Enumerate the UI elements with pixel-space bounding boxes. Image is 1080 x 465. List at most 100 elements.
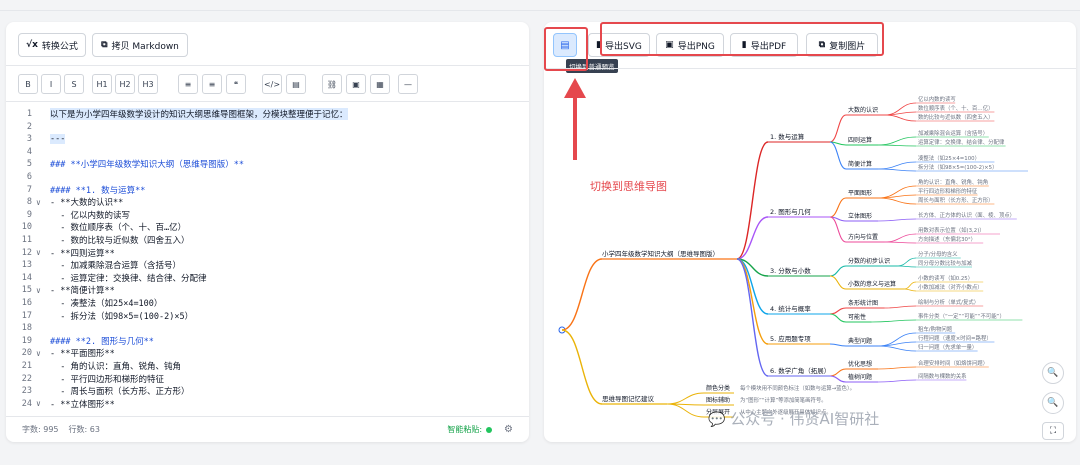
leaf-node[interactable]: 同分母分数比较与加减 xyxy=(918,259,973,267)
editor-line[interactable]: 13 - 加减乘除混合运算（含括号） xyxy=(6,259,529,271)
markdown-editor[interactable]: 1 以下是为小学四年级数学设计的知识大纲思维导图框架，分模块整理便于记忆： 2 3 --… xyxy=(6,104,529,416)
format-button-13[interactable]: ▦ xyxy=(370,74,390,94)
format-button-0[interactable]: B xyxy=(18,74,38,94)
format-button-9[interactable]: </> xyxy=(262,74,282,94)
fold-chevron-icon[interactable]: ∨ xyxy=(36,286,50,295)
smart-paste-toggle[interactable] xyxy=(486,426,493,433)
leaf-node[interactable]: 运算定律：交换律、结合律、分配律 xyxy=(918,138,1005,146)
fullscreen-button[interactable]: ⛶ xyxy=(1042,422,1064,440)
subtopic-node[interactable]: 方向与位置 xyxy=(848,233,878,241)
subtopic-node[interactable]: 简便计算 xyxy=(848,160,872,168)
leaf-node[interactable]: 事件分类（“一定”“可能”“不可能”） xyxy=(918,312,1005,320)
editor-line[interactable]: 7 #### **1. 数与运算** xyxy=(6,184,529,196)
editor-line[interactable]: 2 xyxy=(6,121,529,133)
editor-line[interactable]: 16 - 凑整法（如25×4=100） xyxy=(6,297,529,309)
editor-line[interactable]: 18 xyxy=(6,322,529,334)
editor-line[interactable]: 11 - 数的比较与近似数（四舍五入） xyxy=(6,234,529,246)
editor-line[interactable]: 3 --- xyxy=(6,133,529,145)
format-button-14[interactable]: — xyxy=(398,74,418,94)
zoom-out-button[interactable]: 🔍 xyxy=(1042,392,1064,414)
section-node[interactable]: 5. 应用题专项 xyxy=(770,334,811,343)
leaf-node[interactable]: 加减乘除混合运算（含括号） xyxy=(918,129,988,137)
leaf-node[interactable]: 分子/分母的含义 xyxy=(918,250,958,258)
editor-line[interactable]: 8 ∨ - **大数的认识** xyxy=(6,196,529,208)
format-button-12[interactable]: ▣ xyxy=(346,74,366,94)
editor-line[interactable]: 24 ∨ - **立体图形** xyxy=(6,398,529,410)
editor-line[interactable]: 4 xyxy=(6,146,529,158)
editor-line[interactable]: 15 ∨ - **简便计算** xyxy=(6,284,529,296)
editor-line[interactable]: 9 - 亿以内数的读写 xyxy=(6,209,529,221)
section-node[interactable]: 1. 数与运算 xyxy=(770,132,805,141)
fold-chevron-icon[interactable]: ∨ xyxy=(36,349,50,358)
format-button-11[interactable]: ⛓ xyxy=(322,74,342,94)
subtopic-node[interactable]: 四则运算 xyxy=(848,136,872,144)
mindmap-tips-title[interactable]: 思维导图记忆建议 xyxy=(602,394,655,403)
leaf-node[interactable]: 方向描述（东偏北30°） xyxy=(918,235,976,243)
section-node[interactable]: 3. 分数与小数 xyxy=(770,266,811,275)
editor-line[interactable]: 10 - 数位顺序表（个、十、百…亿） xyxy=(6,221,529,233)
editor-line[interactable]: 23 - 周长与面积（长方形、正方形） xyxy=(6,385,529,397)
section-node[interactable]: 4. 统计与概率 xyxy=(770,304,811,313)
fold-chevron-icon[interactable]: ∨ xyxy=(36,248,50,257)
editor-line[interactable]: 17 - 拆分法（如98×5=(100-2)×5） xyxy=(6,310,529,322)
fold-chevron-icon[interactable]: ∨ xyxy=(36,399,50,408)
leaf-node[interactable]: 凑整法（如25×4=100） xyxy=(918,154,980,162)
copy-markdown-button[interactable]: ⧉ 拷贝 Markdown xyxy=(92,33,188,57)
leaf-node[interactable]: 租车/购物问题 xyxy=(918,325,953,333)
editor-line[interactable]: 22 - 平行四边形和梯形的特征 xyxy=(6,373,529,385)
editor-line[interactable]: 21 - 角的认识：直角、锐角、钝角 xyxy=(6,360,529,372)
subtopic-node[interactable]: 平面图形 xyxy=(848,189,872,197)
subtopic-node[interactable]: 优化思想 xyxy=(848,360,872,368)
tip-node[interactable]: 颜色分类 xyxy=(706,384,730,392)
leaf-node[interactable]: 长方体、正方体的认识（面、棱、顶点） xyxy=(918,211,1015,219)
editor-line[interactable]: 6 xyxy=(6,171,529,183)
subtopic-node[interactable]: 可能性 xyxy=(848,313,866,321)
format-button-7[interactable]: ≡ xyxy=(202,74,222,94)
leaf-node[interactable]: 归一问题（先求单一量） xyxy=(918,343,977,351)
leaf-node[interactable]: 角的认识：直角、锐角、钝角 xyxy=(918,178,988,186)
editor-line[interactable]: 12 ∨ - **四则运算** xyxy=(6,247,529,259)
leaf-node[interactable]: 小数加减法（对齐小数点） xyxy=(918,283,983,291)
editor-line[interactable]: 20 ∨ - **平面图形** xyxy=(6,347,529,359)
mindmap-root-title[interactable]: 小学四年级数学知识大纲（思维导图版） xyxy=(602,249,719,258)
subtopic-node[interactable]: 小数的意义与运算 xyxy=(848,280,896,288)
leaf-node[interactable]: 亿以内数的读写 xyxy=(918,95,956,103)
editor-line[interactable]: 5 ### **小学四年级数学知识大纲（思维导图版）** xyxy=(6,158,529,170)
format-button-3[interactable]: H1 xyxy=(92,74,112,94)
format-button-2[interactable]: S xyxy=(64,74,84,94)
editor-line[interactable]: 14 - 运算定律：交换律、结合律、分配律 xyxy=(6,272,529,284)
format-button-8[interactable]: ❝ xyxy=(226,74,246,94)
convert-formula-button[interactable]: √x 转换公式 xyxy=(18,33,86,57)
tip-node[interactable]: 图标辅助 xyxy=(706,396,730,404)
editor-line[interactable]: 1 以下是为小学四年级数学设计的知识大纲思维导图框架，分模块整理便于记忆： xyxy=(6,108,529,120)
leaf-node[interactable]: 行程问题（速度×时间=路程） xyxy=(918,334,992,342)
section-node[interactable]: 6. 数学广角（拓展） xyxy=(770,366,830,375)
tip-text[interactable]: 为“图形”“计算”等添加简笔画符号。 xyxy=(740,396,827,404)
leaf-node[interactable]: 数位顺序表（个、十、百…亿） xyxy=(918,104,993,112)
format-button-10[interactable]: ▤ xyxy=(286,74,306,94)
subtopic-node[interactable]: 植树问题 xyxy=(848,373,872,381)
zoom-in-button[interactable]: 🔍 xyxy=(1042,362,1064,384)
subtopic-node[interactable]: 立体图形 xyxy=(848,212,872,220)
format-button-4[interactable]: H2 xyxy=(115,74,135,94)
format-button-1[interactable]: I xyxy=(41,74,61,94)
leaf-node[interactable]: 间隔数与棵数的关系 xyxy=(918,372,967,380)
fold-chevron-icon[interactable]: ∨ xyxy=(36,198,50,207)
leaf-node[interactable]: 用数对表示位置（如(3,2)） xyxy=(918,226,985,234)
leaf-node[interactable]: 周长与面积（长方形、正方形） xyxy=(918,196,993,204)
settings-gear-icon[interactable]: ⚙ xyxy=(504,424,513,435)
leaf-node[interactable]: 拆分法（如98×5=(100-2)×5） xyxy=(918,163,997,171)
subtopic-node[interactable]: 典型问题 xyxy=(848,337,872,345)
section-node[interactable]: 2. 图形与几何 xyxy=(770,207,811,216)
leaf-node[interactable]: 数的比较与近似数（四舍五入） xyxy=(918,113,993,121)
editor-line[interactable]: 19 #### **2. 图形与几何** xyxy=(6,335,529,347)
tip-text[interactable]: 每个模块用不同颜色标注（如数与运算→蓝色）。 xyxy=(740,384,855,392)
subtopic-node[interactable]: 大数的认识 xyxy=(848,106,878,114)
subtopic-node[interactable]: 条形统计图 xyxy=(848,299,878,307)
subtopic-node[interactable]: 分数的初步认识 xyxy=(848,257,890,265)
leaf-node[interactable]: 平行四边形和梯形的特征 xyxy=(918,187,978,195)
leaf-node[interactable]: 小数的读写（如0.25） xyxy=(918,274,973,282)
format-button-6[interactable]: ≡ xyxy=(178,74,198,94)
format-button-5[interactable]: H3 xyxy=(138,74,158,94)
leaf-node[interactable]: 绘制与分析（单式/复式） xyxy=(918,298,979,306)
